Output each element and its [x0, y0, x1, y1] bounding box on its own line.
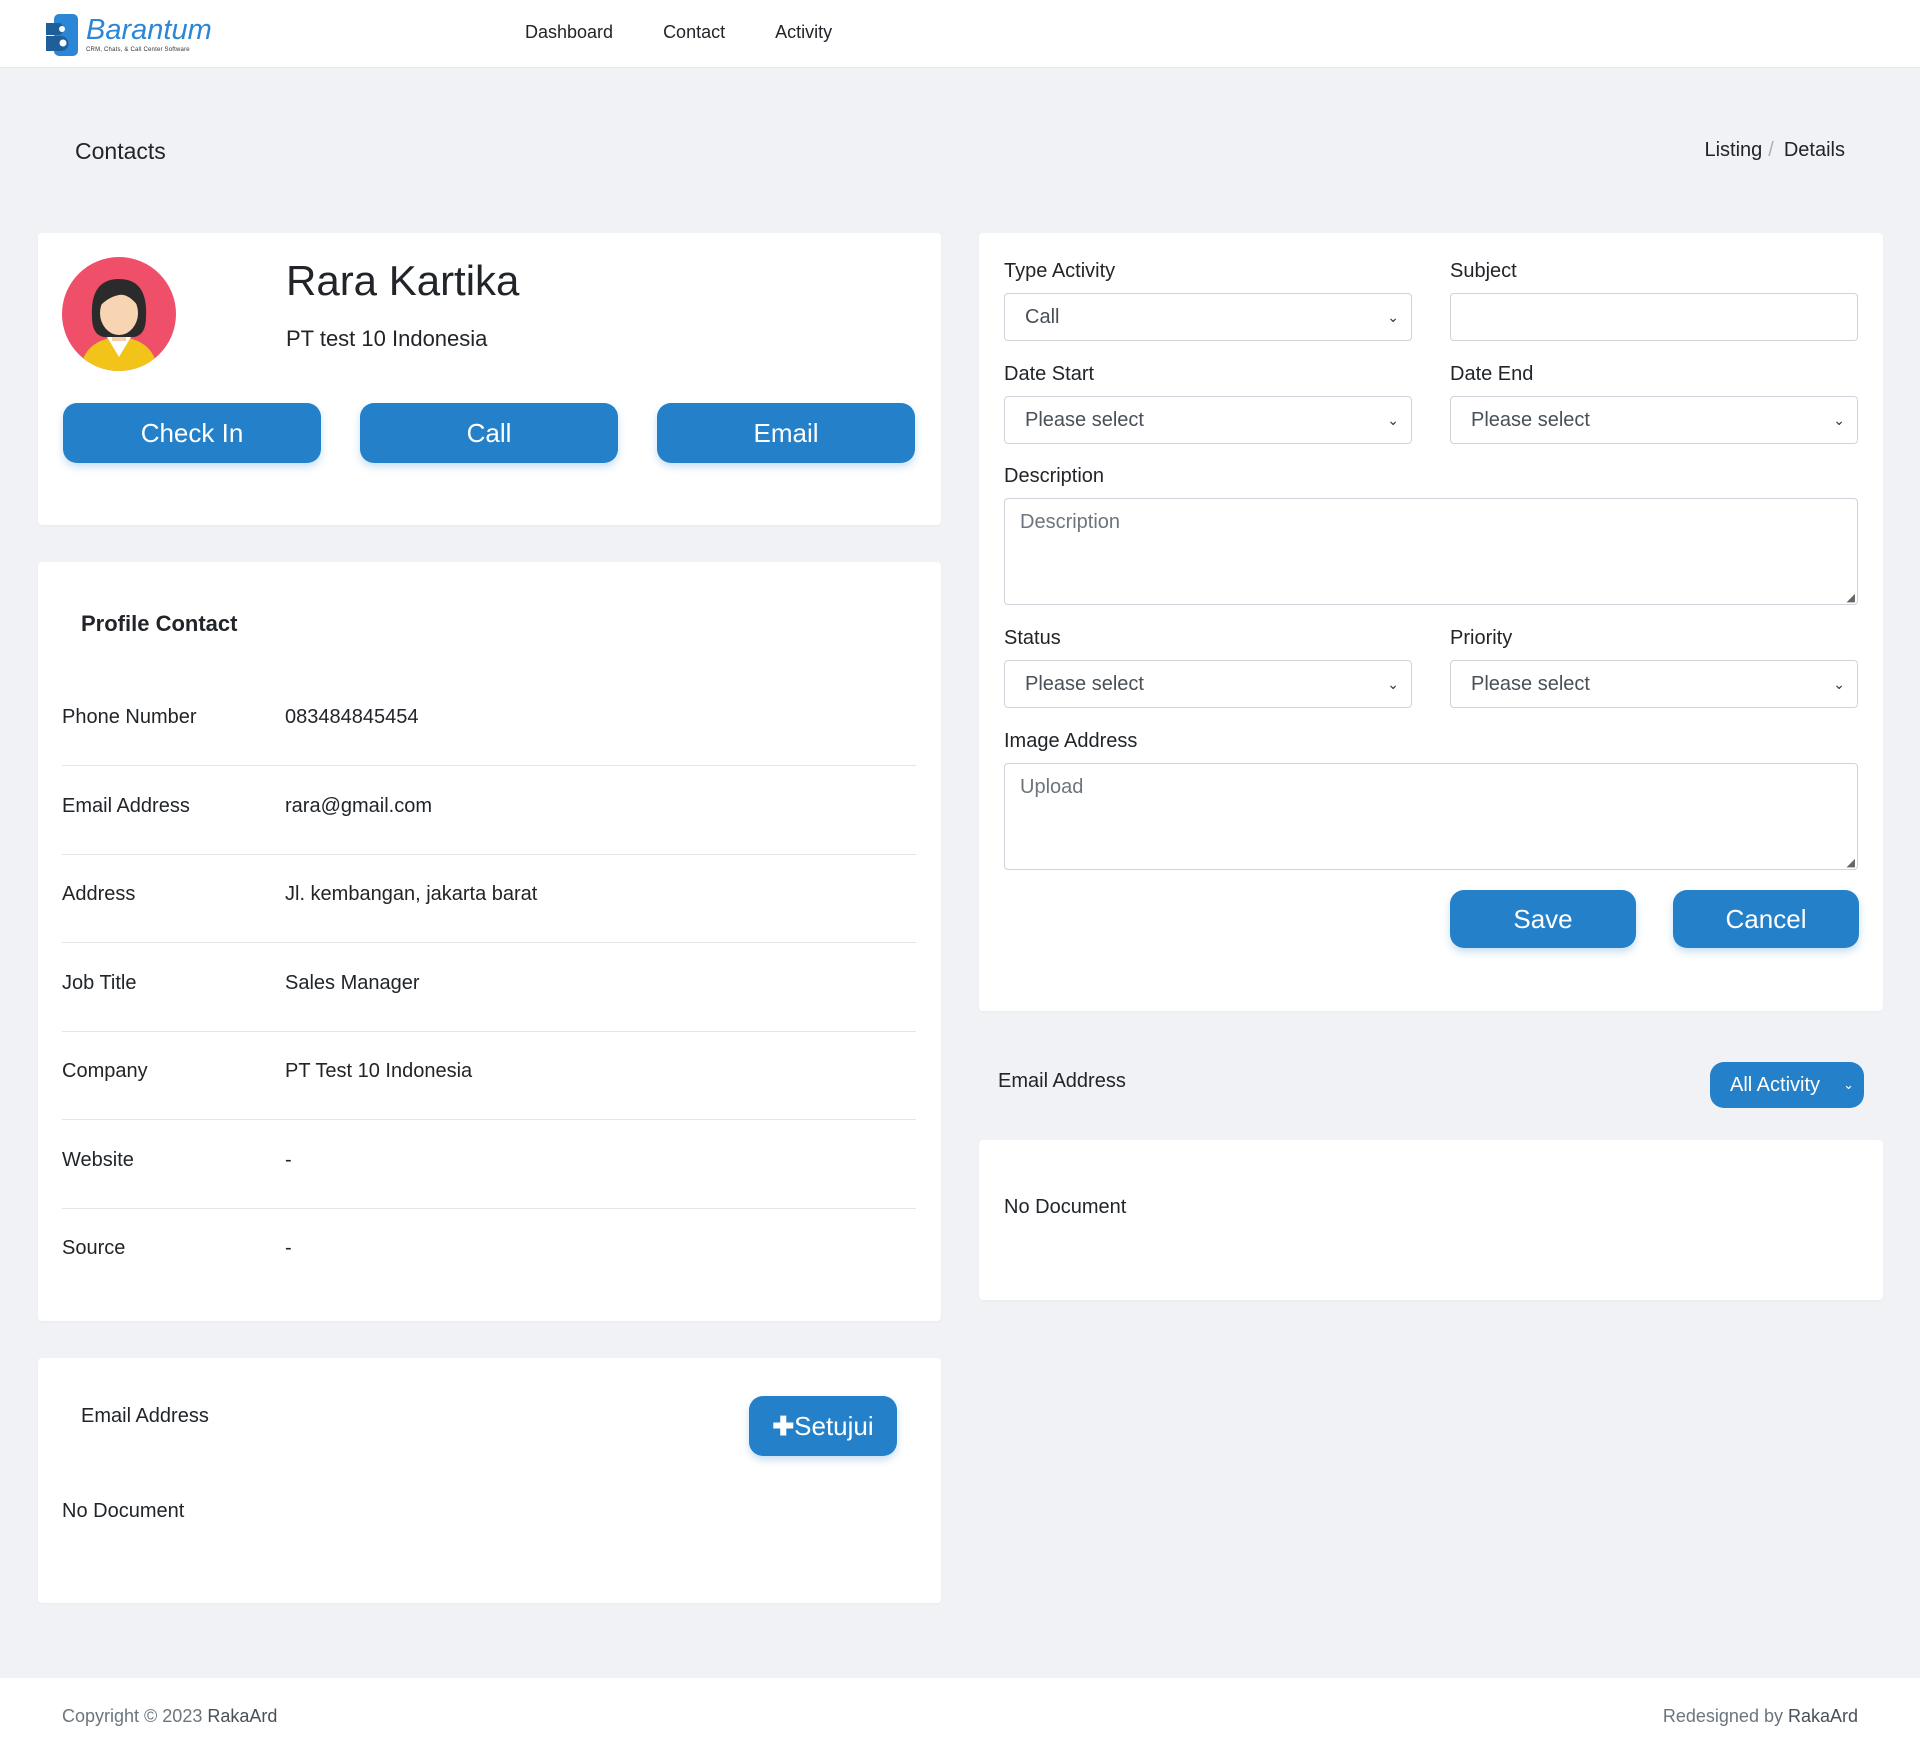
setujui-button[interactable]: ✚Setujui — [749, 1396, 897, 1456]
date-start-label: Date Start — [1004, 363, 1095, 385]
status-label: Status — [1004, 627, 1061, 649]
field-label: Email Address — [62, 795, 190, 817]
type-activity-label: Type Activity — [1004, 260, 1116, 282]
description-placeholder: Description — [1020, 511, 1121, 533]
barantum-logo-icon — [42, 14, 80, 56]
breadcrumb: Listing / Details — [1704, 139, 1845, 162]
avatar — [62, 257, 176, 371]
field-row: Job Title Sales Manager — [62, 944, 916, 1032]
plus-icon: ✚ — [772, 1410, 795, 1441]
activity-form-card: Type Activity Call ⌄ Subject Date Start … — [979, 233, 1883, 1011]
date-start-value: Please select — [1025, 409, 1144, 431]
activity-filter-value: All Activity — [1730, 1074, 1821, 1096]
field-label: Phone Number — [62, 706, 197, 728]
contact-company: PT test 10 Indonesia — [286, 326, 488, 351]
resize-grip-icon[interactable]: ◢ — [1847, 856, 1855, 869]
field-row: Company PT Test 10 Indonesia — [62, 1032, 916, 1120]
field-value: 083484845454 — [285, 706, 419, 728]
type-activity-value: Call — [1025, 306, 1060, 328]
brand-logo[interactable]: Barantum CRM, Chats, & Call Center Softw… — [42, 14, 212, 56]
priority-label: Priority — [1450, 627, 1513, 649]
footer: Copyright © 2023 RakaArd Redesigned by R… — [0, 1678, 1920, 1754]
status-value: Please select — [1025, 673, 1144, 695]
field-row: Website - — [62, 1121, 916, 1209]
date-end-value: Please select — [1471, 409, 1590, 431]
main-nav: Dashboard Contact Activity — [525, 22, 882, 43]
field-label: Website — [62, 1149, 134, 1171]
date-end-select[interactable]: Please select ⌄ — [1450, 396, 1858, 444]
subject-input[interactable] — [1450, 293, 1858, 341]
copyright-text: Copyright © 2023 RakaArd — [62, 1706, 277, 1727]
credit-owner-link[interactable]: RakaArd — [1788, 1706, 1858, 1726]
no-document-text: No Document — [62, 1500, 185, 1522]
profile-summary-card: Rara Kartika PT test 10 Indonesia Check … — [38, 233, 941, 525]
brand-name: Barantum — [86, 14, 212, 46]
avatar-illustration — [80, 279, 158, 371]
email-documents-card: Email Address ✚Setujui No Document — [38, 1358, 941, 1603]
call-button[interactable]: Call — [360, 403, 618, 463]
chevron-down-icon: ⌄ — [1833, 412, 1845, 428]
copyright-owner: RakaArd — [207, 1706, 278, 1726]
date-start-select[interactable]: Please select ⌄ — [1004, 396, 1412, 444]
image-address-label: Image Address — [1004, 730, 1138, 752]
field-row: Email Address rara@gmail.com — [62, 767, 916, 855]
credit-prefix: Redesigned by — [1662, 1706, 1788, 1726]
field-row: Phone Number 083484845454 — [62, 678, 916, 766]
email-button[interactable]: Email — [657, 403, 915, 463]
date-end-label: Date End — [1450, 363, 1534, 385]
cancel-button[interactable]: Cancel — [1673, 890, 1859, 948]
upload-placeholder: Upload — [1020, 776, 1084, 798]
priority-select[interactable]: Please select ⌄ — [1450, 660, 1858, 708]
brand-tagline: CRM, Chats, & Call Center Software — [86, 47, 190, 53]
activity-filter-select[interactable]: All Activity ⌄ — [1710, 1062, 1864, 1108]
activity-list-card: No Document — [979, 1140, 1883, 1300]
field-label: Source — [62, 1237, 126, 1259]
image-address-textarea[interactable]: Upload ◢ — [1004, 763, 1858, 870]
field-label: Job Title — [62, 972, 137, 994]
nav-activity[interactable]: Activity — [775, 22, 832, 43]
nav-dashboard[interactable]: Dashboard — [525, 22, 613, 43]
priority-value: Please select — [1471, 673, 1590, 695]
page-title: Contacts — [75, 138, 166, 164]
field-label: Company — [62, 1060, 148, 1082]
breadcrumb-separator: / — [1768, 139, 1774, 161]
credit-text: Redesigned by RakaArd — [1663, 1706, 1858, 1727]
setujui-label: Setujui — [794, 1410, 874, 1441]
field-value: Jl. kembangan, jakarta barat — [285, 883, 538, 905]
breadcrumb-listing[interactable]: Listing — [1704, 139, 1762, 162]
email-address-label: Email Address — [81, 1405, 209, 1427]
chevron-down-icon: ⌄ — [1833, 676, 1845, 692]
chevron-down-icon: ⌄ — [1387, 309, 1399, 325]
activity-list-label: Email Address — [998, 1070, 1126, 1092]
chevron-down-icon: ⌄ — [1843, 1077, 1854, 1092]
field-value: - — [285, 1149, 292, 1171]
field-label: Address — [62, 883, 136, 905]
no-document-text: No Document — [1004, 1196, 1127, 1218]
field-value: - — [285, 1237, 292, 1259]
field-value: PT Test 10 Indonesia — [285, 1060, 473, 1082]
description-textarea[interactable]: Description ◢ — [1004, 498, 1858, 605]
chevron-down-icon: ⌄ — [1387, 412, 1399, 428]
nav-contact[interactable]: Contact — [663, 22, 725, 43]
resize-grip-icon[interactable]: ◢ — [1847, 591, 1855, 604]
field-value: Sales Manager — [285, 972, 420, 994]
save-button[interactable]: Save — [1450, 890, 1636, 948]
top-navbar: Barantum CRM, Chats, & Call Center Softw… — [0, 0, 1920, 68]
profile-contact-heading: Profile Contact — [81, 611, 238, 636]
field-row: Source - — [62, 1209, 916, 1297]
subject-label: Subject — [1450, 260, 1517, 282]
description-label: Description — [1004, 465, 1105, 487]
field-value: rara@gmail.com — [285, 795, 433, 817]
copyright-prefix: Copyright © 2023 — [62, 1706, 208, 1726]
status-select[interactable]: Please select ⌄ — [1004, 660, 1412, 708]
chevron-down-icon: ⌄ — [1387, 676, 1399, 692]
breadcrumb-details: Details — [1783, 139, 1845, 161]
type-activity-select[interactable]: Call ⌄ — [1004, 293, 1412, 341]
check-in-button[interactable]: Check In — [63, 403, 321, 463]
field-row: Address Jl. kembangan, jakarta barat — [62, 855, 916, 943]
profile-contact-card: Profile Contact Phone Number 08348484545… — [38, 562, 941, 1321]
contact-name: Rara Kartika — [286, 257, 520, 304]
